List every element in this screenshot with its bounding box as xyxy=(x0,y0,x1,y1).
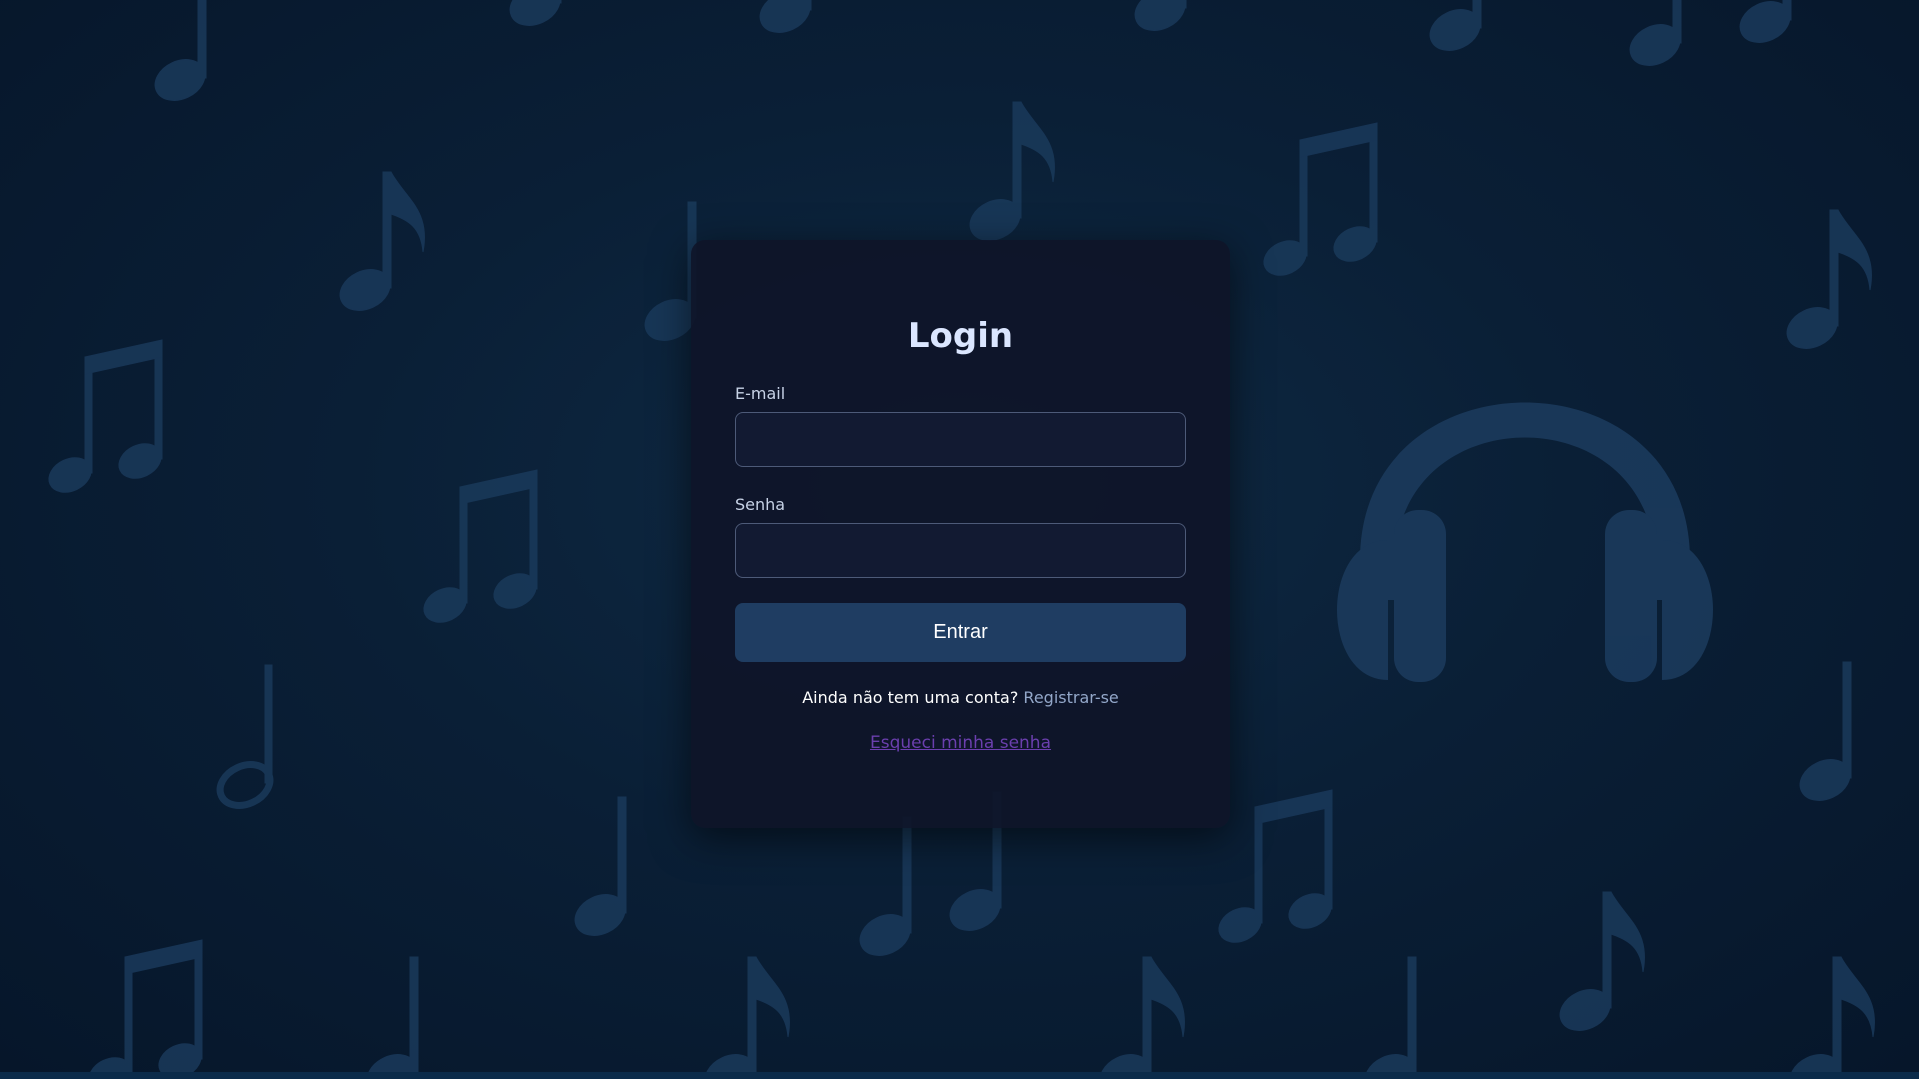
login-title: Login xyxy=(907,316,1014,356)
login-card: Login E-mail Senha Entrar Ainda não tem … xyxy=(691,240,1230,828)
beamed-notes-icon xyxy=(42,339,168,500)
register-line: Ainda não tem uma conta? Registrar-se xyxy=(735,688,1186,708)
bottom-strip xyxy=(0,1072,1919,1079)
music-note-icon xyxy=(147,0,213,109)
password-input[interactable] xyxy=(735,523,1186,578)
password-label: Senha xyxy=(735,495,786,514)
register-link[interactable]: Registrar-se xyxy=(1023,688,1118,707)
register-prompt: Ainda não tem uma conta? xyxy=(802,688,1024,707)
forgot-password-link[interactable]: Esqueci minha senha xyxy=(870,733,1051,753)
email-group: E-mail xyxy=(735,384,1186,467)
email-input[interactable] xyxy=(735,412,1186,467)
email-label: E-mail xyxy=(735,384,786,403)
password-group: Senha xyxy=(735,495,1186,578)
login-button[interactable]: Entrar xyxy=(735,603,1186,662)
forgot-line: Esqueci minha senha xyxy=(735,732,1186,754)
headphones-icon xyxy=(1337,402,1713,682)
